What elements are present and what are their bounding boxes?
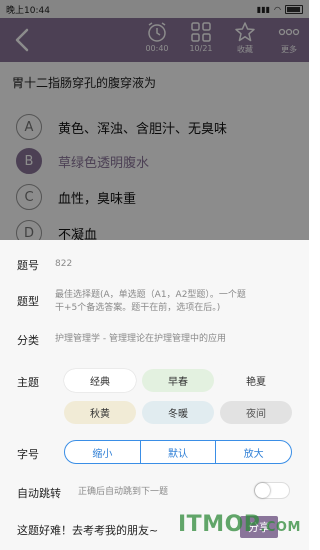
watermark-suffix: .COM <box>260 520 301 535</box>
font-size-control: 缩小 默认 放大 <box>64 440 292 464</box>
auto-jump-toggle[interactable] <box>254 482 290 499</box>
watermark-logo: ITMOP.COM <box>178 512 301 537</box>
category-value: 护理管理学 - 管理理论在护理管理中的应用 <box>55 334 226 344</box>
theme-winter[interactable]: 冬暖 <box>142 401 214 424</box>
question-type-value-2: 干+5个备选答案。题干在前，选项在后。) <box>55 303 221 313</box>
question-type-label: 题型 <box>17 295 39 308</box>
auto-jump-desc: 正确后自动跳到下一题 <box>78 487 169 497</box>
theme-night[interactable]: 夜间 <box>220 401 292 424</box>
theme-spring[interactable]: 早春 <box>142 369 214 392</box>
question-type-value-1: 最佳选择题(A，单选题（A1，A2型题）。一个题 <box>55 290 246 300</box>
font-larger-button[interactable]: 放大 <box>216 441 291 463</box>
toggle-knob <box>255 483 270 498</box>
question-id-value: 822 <box>55 259 73 269</box>
font-smaller-button[interactable]: 缩小 <box>65 441 141 463</box>
font-default-button[interactable]: 默认 <box>141 441 217 463</box>
watermark-main: ITMOP <box>178 512 261 537</box>
theme-autumn[interactable]: 秋黄 <box>64 401 136 424</box>
dim-overlay[interactable] <box>0 0 309 240</box>
settings-sheet <box>0 240 309 550</box>
theme-classic[interactable]: 经典 <box>64 369 136 392</box>
theme-summer[interactable]: 艳夏 <box>220 369 292 392</box>
category-label: 分类 <box>17 334 39 347</box>
auto-jump-label: 自动跳转 <box>17 487 61 500</box>
question-id-label: 题号 <box>17 259 39 272</box>
font-size-label: 字号 <box>17 448 39 461</box>
share-text: 这题好难！去考考我的朋友~ <box>17 524 159 537</box>
theme-label: 主题 <box>17 376 39 389</box>
